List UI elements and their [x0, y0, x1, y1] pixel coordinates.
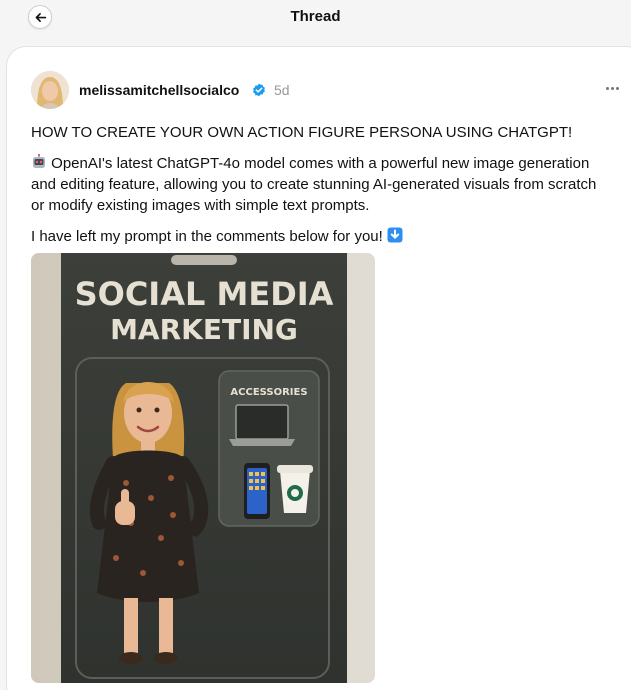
post-image[interactable]: SOCIAL MEDIA MARKETING ACCESSORIES [31, 253, 375, 683]
image-title-line1: SOCIAL MEDIA [75, 275, 334, 313]
accessories-label: ACCESSORIES [230, 387, 307, 398]
more-options-button[interactable] [601, 79, 623, 97]
avatar[interactable] [31, 71, 69, 109]
page-title: Thread [290, 8, 341, 25]
username-link[interactable]: melissamitchellsocialco [79, 82, 239, 98]
more-dot-icon [610, 86, 614, 90]
robot-emoji-icon [33, 154, 45, 168]
post-body-text: OpenAI's latest ChatGPT-4o model comes w… [31, 155, 597, 214]
post-timestamp[interactable]: 5d [274, 82, 290, 98]
post-body: OpenAI's latest ChatGPT-4o model comes w… [31, 153, 611, 216]
top-bar: Thread [0, 0, 631, 40]
down-arrow-emoji-icon [387, 227, 403, 243]
more-dot-icon [615, 86, 619, 90]
post-cta-text: I have left my prompt in the comments be… [31, 228, 383, 245]
verified-badge-icon [253, 83, 265, 97]
post-headline: HOW TO CREATE YOUR OWN ACTION FIGURE PER… [31, 124, 573, 141]
image-title-line2: MARKETING [110, 313, 298, 346]
more-dot-icon [605, 86, 609, 90]
thread-post-card: melissamitchellsocialco 5d HOW TO CREATE… [6, 46, 631, 690]
post-cta: I have left my prompt in the comments be… [31, 226, 611, 247]
